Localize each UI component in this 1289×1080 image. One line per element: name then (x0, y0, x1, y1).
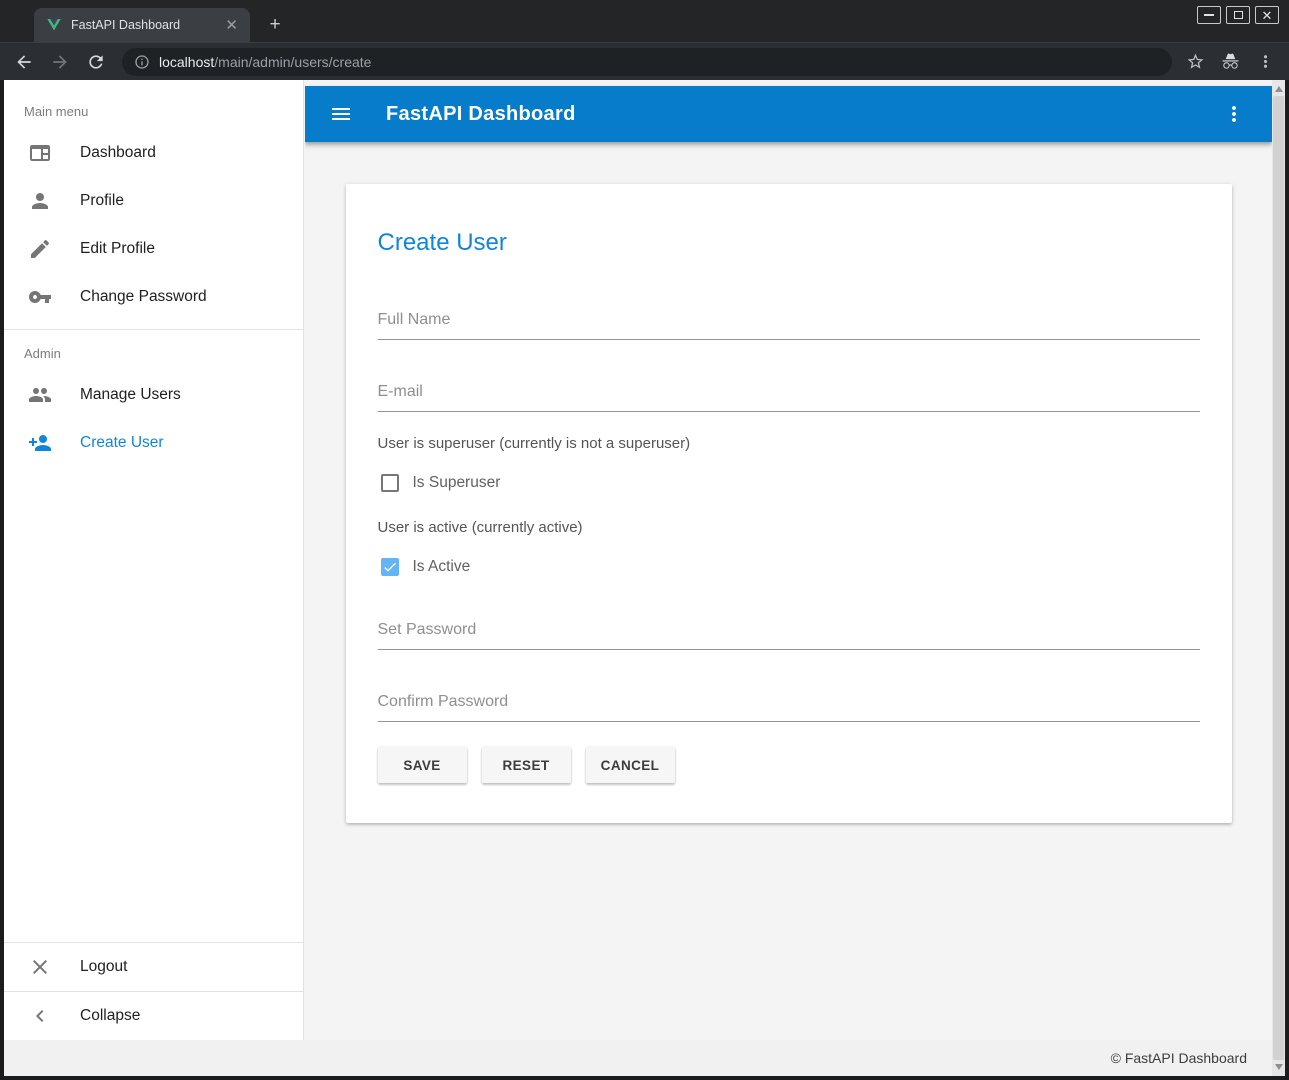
page-content: Main menu Dashboard Profile Edit Profile (4, 80, 1285, 1076)
scroll-down-arrow[interactable] (1272, 1060, 1285, 1074)
sidebar-spacer (4, 467, 303, 942)
email-input[interactable] (378, 382, 1200, 412)
is-superuser-label: Is Superuser (413, 474, 501, 492)
minimize-button[interactable] (1197, 6, 1221, 24)
sidebar-item-manage-users[interactable]: Manage Users (4, 371, 303, 419)
address-bar[interactable]: localhost/main/admin/users/create (122, 48, 1172, 76)
set-password-input[interactable] (378, 620, 1200, 650)
sidebar: Main menu Dashboard Profile Edit Profile (4, 80, 304, 1040)
scroll-up-arrow[interactable] (1272, 82, 1285, 96)
full-name-input[interactable] (378, 310, 1200, 340)
incognito-icon (1221, 52, 1240, 71)
app-bar: FastAPI Dashboard (305, 86, 1272, 142)
superuser-hint: User is superuser (currently is not a su… (378, 435, 1200, 452)
sidebar-item-edit-profile[interactable]: Edit Profile (4, 225, 303, 273)
key-icon (28, 285, 52, 309)
vue-favicon-icon (46, 17, 62, 33)
sidebar-item-change-password[interactable]: Change Password (4, 273, 303, 321)
cancel-button[interactable]: CANCEL (586, 747, 675, 783)
person-add-icon (28, 431, 52, 455)
person-icon (28, 189, 52, 213)
sidebar-section-admin: Admin (4, 330, 303, 371)
tab-close-icon[interactable]: ✕ (223, 18, 240, 33)
main-area: FastAPI Dashboard Create User User is su… (305, 80, 1272, 1040)
chevron-left-icon (28, 1004, 52, 1028)
sidebar-item-create-user[interactable]: Create User (4, 419, 303, 467)
browser-tab[interactable]: FastAPI Dashboard ✕ (34, 8, 250, 42)
maximize-button[interactable] (1226, 6, 1250, 24)
is-superuser-checkbox[interactable] (381, 474, 399, 492)
bookmark-star-icon[interactable] (1186, 52, 1205, 71)
people-icon (28, 383, 52, 407)
dashboard-icon (28, 141, 52, 165)
sidebar-section-main-menu: Main menu (4, 80, 303, 129)
is-active-label: Is Active (413, 558, 471, 576)
is-superuser-checkbox-row[interactable]: Is Superuser (378, 474, 1200, 492)
forward-icon[interactable] (48, 50, 72, 74)
vertical-scrollbar[interactable] (1272, 80, 1285, 1076)
pencil-icon (28, 237, 52, 261)
scrollbar-thumb[interactable] (1273, 96, 1284, 1060)
page-title: Create User (378, 228, 1200, 258)
back-icon[interactable] (12, 50, 36, 74)
active-hint: User is active (currently active) (378, 519, 1200, 536)
close-button[interactable]: ✕ (1255, 6, 1279, 24)
is-active-checkbox-row[interactable]: Is Active (378, 558, 1200, 576)
sidebar-item-collapse[interactable]: Collapse (4, 992, 303, 1040)
new-tab-button[interactable]: + (262, 12, 288, 38)
browser-toolbar: localhost/main/admin/users/create (0, 42, 1289, 80)
hamburger-menu-icon[interactable] (329, 102, 353, 126)
sidebar-item-logout[interactable]: Logout (4, 943, 303, 991)
browser-window: FastAPI Dashboard ✕ + ✕ localhost/main/a… (0, 0, 1289, 1080)
appbar-kebab-icon[interactable] (1222, 102, 1246, 126)
sidebar-item-dashboard[interactable]: Dashboard (4, 129, 303, 177)
check-icon (382, 559, 398, 575)
url-text[interactable]: localhost/main/admin/users/create (159, 54, 371, 70)
page-footer: © FastAPI Dashboard (4, 1040, 1272, 1076)
sidebar-item-profile[interactable]: Profile (4, 177, 303, 225)
page-info-icon[interactable] (134, 54, 150, 70)
browser-menu-icon[interactable] (1256, 52, 1275, 71)
is-active-checkbox[interactable] (381, 558, 399, 576)
toolbar-actions (1186, 52, 1275, 71)
reset-button[interactable]: RESET (482, 747, 571, 783)
save-button[interactable]: SAVE (378, 747, 467, 783)
tab-title: FastAPI Dashboard (71, 18, 223, 32)
browser-titlebar: FastAPI Dashboard ✕ + ✕ (0, 0, 1289, 42)
copyright-text: © FastAPI Dashboard (1111, 1050, 1247, 1066)
confirm-password-input[interactable] (378, 692, 1200, 722)
appbar-title: FastAPI Dashboard (386, 103, 576, 126)
window-controls: ✕ (1197, 6, 1279, 24)
create-user-card: Create User User is superuser (currently… (346, 184, 1232, 823)
reload-icon[interactable] (84, 50, 108, 74)
close-x-icon (28, 955, 52, 979)
form-actions: SAVE RESET CANCEL (378, 747, 1200, 783)
